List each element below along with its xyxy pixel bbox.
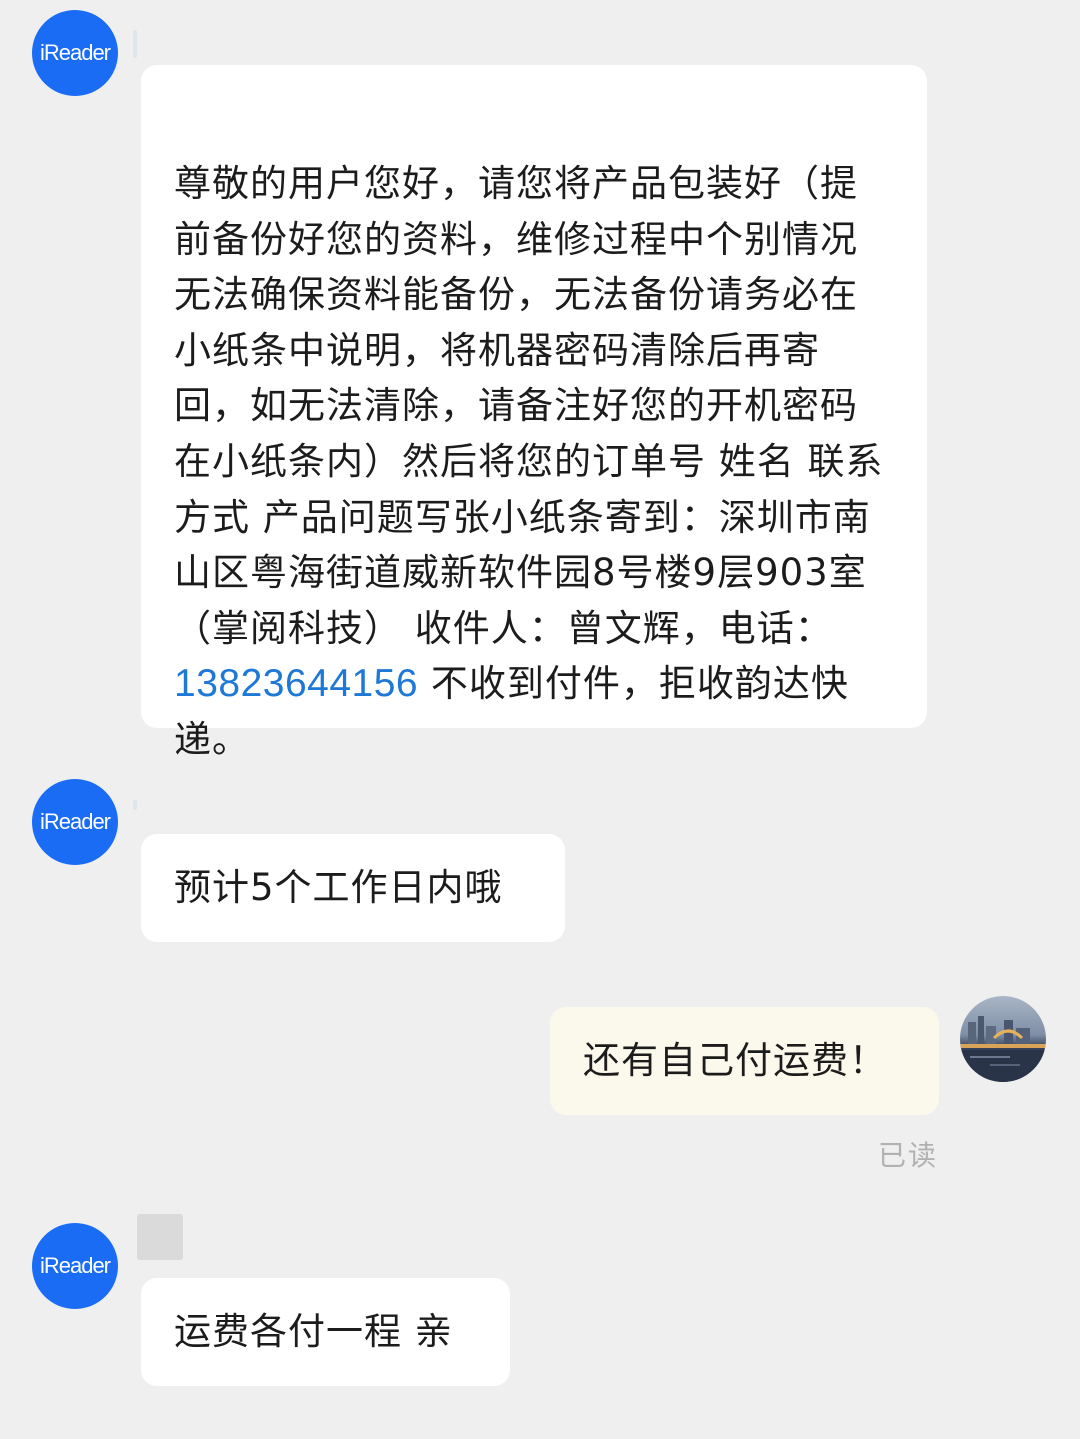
- phone-number-link[interactable]: 13823644156: [174, 662, 418, 705]
- message-text: 运费各付一程 亲: [174, 1310, 453, 1353]
- sender-name-blurred: [137, 1214, 183, 1260]
- message-text: 尊敬的用户您好，请您将产品包装好（提前备份好您的资料，维修过程中个别情况无法确保…: [174, 162, 884, 650]
- contact-avatar[interactable]: iReader: [32, 1223, 118, 1309]
- avatar-label: iReader: [39, 809, 111, 834]
- message-bubble[interactable]: 尊敬的用户您好，请您将产品包装好（提前备份好您的资料，维修过程中个别情况无法确保…: [141, 65, 927, 761]
- sender-name-placeholder: [133, 30, 137, 58]
- sender-name-placeholder: [133, 800, 137, 810]
- contact-avatar[interactable]: iReader: [32, 779, 118, 865]
- read-status: 已读: [878, 1139, 939, 1172]
- message-text: 预计5个工作日内哦: [174, 866, 503, 909]
- contact-avatar[interactable]: iReader: [32, 10, 118, 96]
- message-text: 还有自己付运费！: [583, 1039, 887, 1082]
- avatar-label: iReader: [39, 1253, 111, 1278]
- city-skyline-photo: [960, 996, 1046, 1082]
- message-bubble[interactable]: 预计5个工作日内哦: [141, 834, 565, 942]
- my-avatar[interactable]: [960, 996, 1046, 1082]
- my-message-bubble[interactable]: 还有自己付运费！: [550, 1007, 939, 1115]
- message-bubble[interactable]: 运费各付一程 亲: [141, 1278, 510, 1386]
- avatar-label: iReader: [39, 40, 111, 65]
